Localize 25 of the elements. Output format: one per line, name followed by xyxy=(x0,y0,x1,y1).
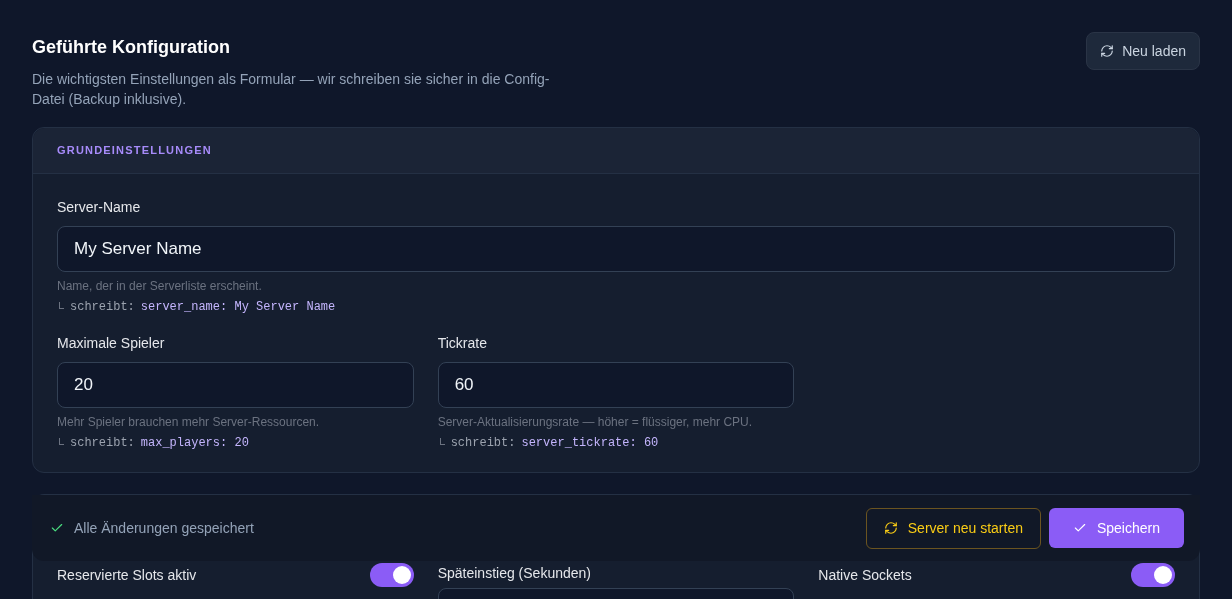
writes-label: schreibt: xyxy=(450,435,516,452)
input-field[interactable]: 60 xyxy=(437,362,795,408)
save-button[interactable]: Speichern xyxy=(1048,508,1184,548)
page-title: Geführte Konfiguration xyxy=(32,36,231,59)
config-key: server_name: My Server Name xyxy=(140,298,336,316)
page-description: Die wichtigsten Einstellungen als Formular — wir schreiben sie sicher in die Config-Datei (Backup inklusive). xyxy=(32,70,551,109)
section-title: GRUNDEINSTELLUNGEN xyxy=(57,143,212,159)
field-label: Tickrate xyxy=(437,334,488,352)
input-field[interactable]: My Server Name xyxy=(57,226,1175,272)
field-label: Server-Name xyxy=(57,198,142,216)
help-text: Mehr Spieler brauchen mehr Server-Ressourcen. xyxy=(57,414,321,431)
input-field[interactable]: 20 xyxy=(57,362,414,408)
restart-button[interactable]: Server neu starten xyxy=(865,507,1041,549)
writes-label: schreibt: xyxy=(70,435,135,452)
toggle-label: Reservierte Slots aktiv xyxy=(57,565,197,585)
reload-button[interactable]: Neu laden xyxy=(1086,32,1200,70)
save-status: Alle Änderungen gespeichert xyxy=(74,518,254,538)
toggle-label: Native Sockets xyxy=(818,565,912,585)
config-key: server_tickrate: 60 xyxy=(521,434,659,452)
field-label: Späteinstieg (Sekunden) xyxy=(437,564,592,583)
field-label: Maximale Spieler xyxy=(57,334,166,352)
writes-label: schreibt: xyxy=(70,299,135,316)
help-text: Name, der in der Serverliste erscheint. xyxy=(57,278,263,295)
help-text: Server-Aktualisierungsrate — höher = flüssiger, mehr CPU. xyxy=(437,414,754,431)
config-key: max_players: 20 xyxy=(140,434,249,452)
